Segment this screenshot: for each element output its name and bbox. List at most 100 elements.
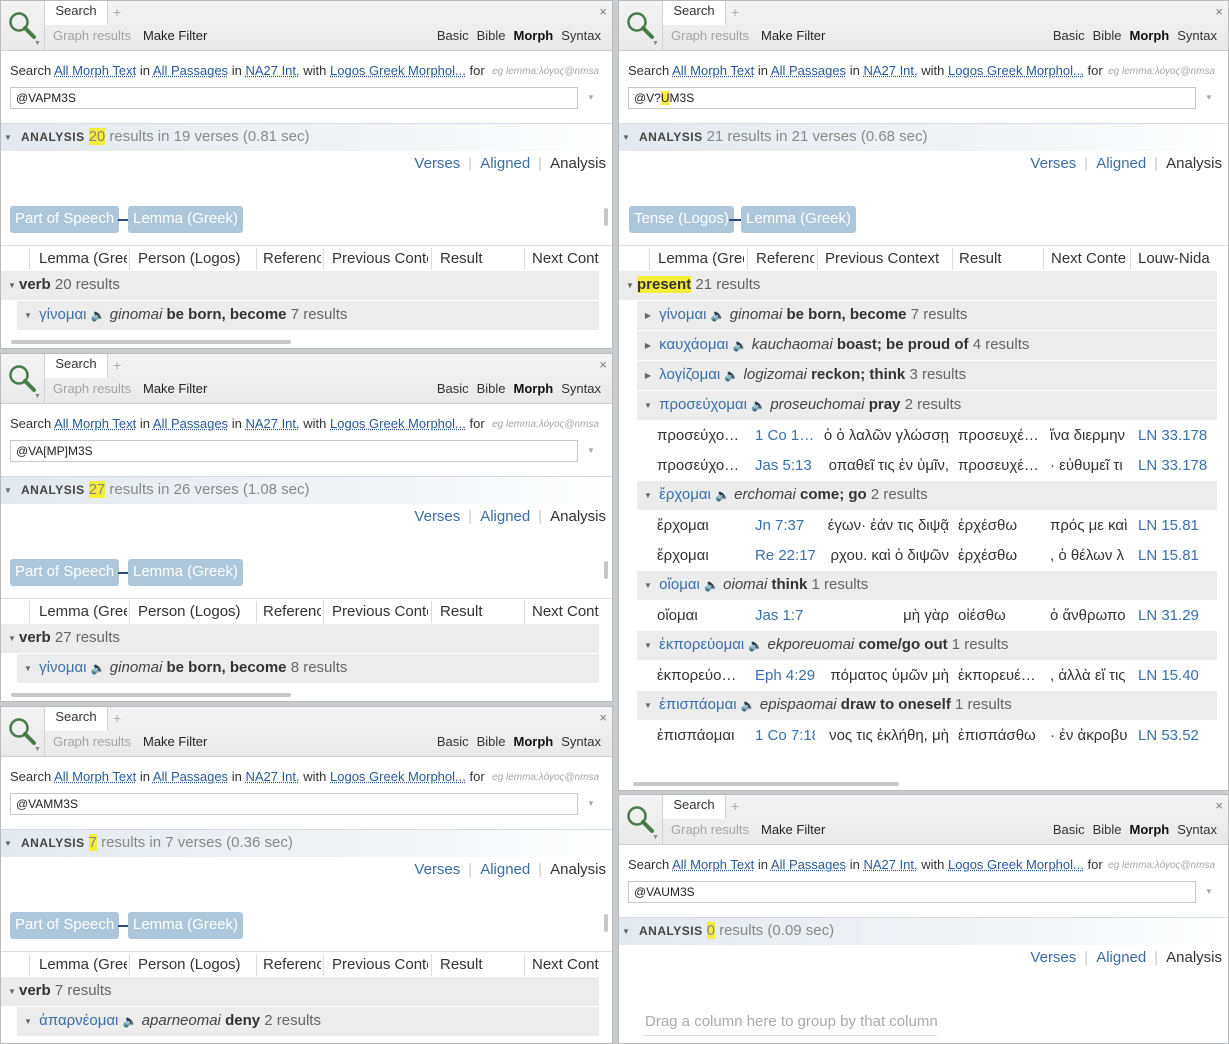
- mode-basic[interactable]: Basic: [437, 28, 469, 43]
- cell-ln[interactable]: LN 33.178: [1138, 421, 1218, 451]
- collapse-icon[interactable]: ▼: [641, 692, 655, 720]
- lemma-greek[interactable]: ἐπισπάομαι: [659, 696, 736, 713]
- add-tab-icon[interactable]: +: [113, 357, 121, 373]
- lemma-group-row[interactable]: ▼ ἔρχομαι 🔈 erchomai come; go 2 results: [637, 481, 1217, 510]
- mode-syntax[interactable]: Syntax: [1177, 822, 1217, 837]
- aligned-link[interactable]: Aligned: [480, 861, 530, 878]
- col-person[interactable]: Person (Logos): [138, 956, 253, 973]
- close-icon[interactable]: ×: [1215, 4, 1223, 19]
- col-result[interactable]: Result: [959, 250, 1044, 267]
- expand-icon[interactable]: ▼: [5, 625, 19, 653]
- passage-selector-link[interactable]: All Passages: [153, 63, 228, 78]
- vertical-scrollbar[interactable]: [604, 561, 608, 579]
- lemma-greek[interactable]: οἴομαι: [659, 576, 700, 593]
- horizontal-scrollbar[interactable]: [633, 782, 899, 786]
- result-row[interactable]: ἔρχομαι Jn 7:37 έγων· ἐάν τις διψᾷ ἐρχέσθω π…: [619, 511, 1228, 541]
- cell-ref[interactable]: Jn 7:37: [755, 511, 815, 541]
- vertical-scrollbar[interactable]: [604, 208, 608, 226]
- query-dropdown-icon[interactable]: ▼: [1205, 887, 1213, 896]
- collapse-icon[interactable]: ▼: [619, 919, 633, 945]
- collapse-icon[interactable]: ▼: [641, 392, 655, 420]
- cell-ref[interactable]: 1 Co 1…: [755, 421, 815, 451]
- col-reference[interactable]: Referenc: [263, 250, 321, 267]
- collapse-icon[interactable]: ▼: [1, 831, 15, 857]
- group-drop-zone[interactable]: [645, 1035, 937, 1036]
- expand-icon[interactable]: ▼: [21, 655, 35, 683]
- collapse-icon[interactable]: ▼: [1, 478, 15, 504]
- morph-db-link[interactable]: Logos Greek Morphol...: [330, 416, 466, 431]
- col-reference[interactable]: Referenc: [263, 603, 321, 620]
- expand-icon[interactable]: ▶: [641, 302, 655, 330]
- aligned-link[interactable]: Aligned: [480, 508, 530, 525]
- make-filter-button[interactable]: Make Filter: [761, 28, 825, 43]
- verses-link[interactable]: Verses: [1030, 155, 1076, 172]
- col-lemma[interactable]: Lemma (Gree: [39, 250, 127, 267]
- close-icon[interactable]: ×: [599, 357, 607, 372]
- tab-search[interactable]: Search: [663, 795, 726, 819]
- query-input[interactable]: @VAMM3S: [10, 793, 578, 815]
- mode-morph[interactable]: Morph: [1130, 822, 1170, 837]
- cell-ln[interactable]: LN 15.81: [1138, 511, 1218, 541]
- expand-icon[interactable]: ▶: [641, 332, 655, 360]
- speaker-icon[interactable]: 🔈: [704, 578, 719, 592]
- group-chip-lemma[interactable]: Lemma (Greek): [128, 559, 244, 586]
- lemma-group-row[interactable]: ▶ λογίζομαι 🔈 logizomai reckon; think 3 …: [637, 361, 1217, 390]
- search-panel-icon[interactable]: ▼: [1, 354, 45, 404]
- group-chip-part-of-speech[interactable]: Part of Speech: [10, 206, 120, 233]
- tab-search[interactable]: Search: [663, 1, 726, 25]
- query-dropdown-icon[interactable]: ▼: [587, 799, 595, 808]
- morph-db-link[interactable]: Logos Greek Morphol...: [330, 769, 466, 784]
- analysis-link[interactable]: Analysis: [550, 155, 606, 172]
- vertical-scrollbar[interactable]: [604, 914, 608, 932]
- lemma-group-row[interactable]: ▶ γίνομαι 🔈 ginomai be born, become 7 re…: [637, 301, 1217, 330]
- speaker-icon[interactable]: 🔈: [715, 488, 730, 502]
- lemma-group-row[interactable]: ▼ γίνομαι 🔈 ginomai be born, become 7 re…: [17, 301, 599, 330]
- mode-basic[interactable]: Basic: [1053, 28, 1085, 43]
- speaker-icon[interactable]: 🔈: [741, 698, 756, 712]
- col-previous[interactable]: Previous Conte: [332, 603, 428, 620]
- morph-db-link[interactable]: Logos Greek Morphol...: [948, 63, 1084, 78]
- version-selector-link[interactable]: NA27 Int.: [245, 416, 299, 431]
- cell-ln[interactable]: LN 15.40: [1138, 661, 1218, 691]
- group-chip-part-of-speech[interactable]: Part of Speech: [10, 912, 120, 939]
- lemma-group-row[interactable]: ▼ γίνομαι 🔈 ginomai be born, become 8 re…: [17, 654, 599, 683]
- col-previous[interactable]: Previous Conte: [332, 250, 428, 267]
- lemma-group-row[interactable]: ▼ ἀπαρνέομαι 🔈 aparneomai deny 2 results: [17, 1007, 599, 1036]
- expand-icon[interactable]: ▼: [623, 272, 637, 300]
- lemma-group-row[interactable]: ▼ ἐκπορεύομαι 🔈 ekporeuomai come/go out …: [637, 631, 1217, 660]
- mode-syntax[interactable]: Syntax: [561, 28, 601, 43]
- col-next[interactable]: Next Conte: [1051, 250, 1131, 267]
- mode-bible[interactable]: Bible: [1093, 28, 1122, 43]
- query-input[interactable]: @VA[MP]M3S: [10, 440, 578, 462]
- cell-ref[interactable]: Eph 4:29: [755, 661, 815, 691]
- group-row[interactable]: ▼ verb 7 results: [1, 977, 599, 1006]
- col-lemma[interactable]: Lemma (Gree: [658, 250, 744, 267]
- col-lemma[interactable]: Lemma (Gree: [39, 956, 127, 973]
- col-next[interactable]: Next Cont: [532, 250, 599, 267]
- result-row[interactable]: οἴομαι Jas 1:7 μὴ γὰρ οἰέσθω ὁ ἄνθρωπο LN 31.…: [619, 601, 1228, 631]
- collapse-icon[interactable]: ▼: [641, 632, 655, 660]
- mode-bible[interactable]: Bible: [477, 28, 506, 43]
- col-person[interactable]: Person (Logos): [138, 250, 253, 267]
- col-result[interactable]: Result: [440, 956, 520, 973]
- lemma-greek[interactable]: γίνομαι: [39, 306, 86, 323]
- speaker-icon[interactable]: 🔈: [733, 338, 748, 352]
- horizontal-scrollbar[interactable]: [11, 693, 291, 697]
- add-tab-icon[interactable]: +: [113, 4, 121, 20]
- make-filter-button[interactable]: Make Filter: [143, 381, 207, 396]
- text-selector-link[interactable]: All Morph Text: [672, 857, 754, 872]
- speaker-icon[interactable]: 🔈: [91, 308, 106, 322]
- verses-link[interactable]: Verses: [1030, 949, 1076, 966]
- text-selector-link[interactable]: All Morph Text: [54, 63, 136, 78]
- lemma-greek[interactable]: ἔρχομαι: [659, 486, 711, 503]
- group-row[interactable]: ▼ verb 20 results: [1, 271, 599, 300]
- lemma-group-row[interactable]: ▼ οἴομαι 🔈 oiomai think 1 results: [637, 571, 1217, 600]
- add-tab-icon[interactable]: +: [113, 710, 121, 726]
- mode-basic[interactable]: Basic: [437, 381, 469, 396]
- col-previous[interactable]: Previous Context: [825, 250, 953, 267]
- text-selector-link[interactable]: All Morph Text: [54, 416, 136, 431]
- aligned-link[interactable]: Aligned: [480, 155, 530, 172]
- analysis-link[interactable]: Analysis: [550, 861, 606, 878]
- speaker-icon[interactable]: 🔈: [91, 661, 106, 675]
- morph-db-link[interactable]: Logos Greek Morphol...: [330, 63, 466, 78]
